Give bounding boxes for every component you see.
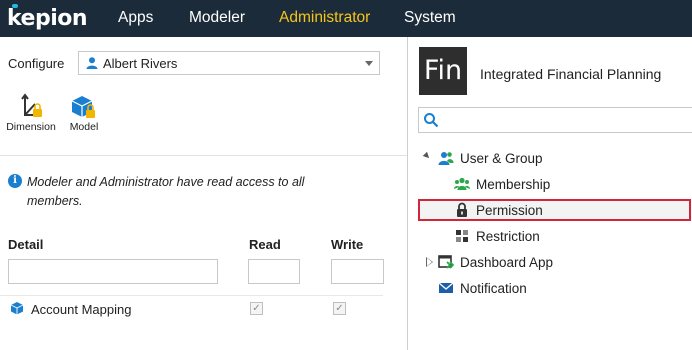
model-label: Model xyxy=(69,121,99,133)
tree-label-dashboard-app: Dashboard App xyxy=(460,254,554,270)
configure-user-select[interactable]: Albert Rivers xyxy=(78,51,380,75)
write-checkbox[interactable]: ✓ xyxy=(333,302,346,315)
nav-system[interactable]: System xyxy=(404,9,456,27)
nav-modeler[interactable]: Modeler xyxy=(189,9,245,27)
column-header-write: Write xyxy=(331,237,364,252)
column-header-read: Read xyxy=(249,237,281,252)
right-pane: Fin Integrated Financial Planning User &… xyxy=(407,37,692,350)
app-badge: Fin xyxy=(419,47,467,95)
configure-label: Configure xyxy=(8,56,65,71)
read-checkbox[interactable]: ✓ xyxy=(250,302,263,315)
expand-arrow-icon[interactable] xyxy=(422,151,432,161)
cube-icon xyxy=(10,302,24,315)
tree-item-membership[interactable]: Membership xyxy=(454,173,550,195)
chevron-down-icon xyxy=(365,61,373,66)
column-header-detail: Detail xyxy=(8,237,44,252)
search-input[interactable] xyxy=(418,107,692,133)
nav-apps[interactable]: Apps xyxy=(118,9,153,27)
info-message: Modeler and Administrator have read acce… xyxy=(27,175,305,208)
tree-label-user-group: User & Group xyxy=(460,150,543,166)
dimension-label: Dimension xyxy=(6,121,56,133)
tree-item-dashboard-app[interactable]: Dashboard App xyxy=(438,251,553,273)
dimension-icon xyxy=(21,93,42,117)
table-row-label: Account Mapping xyxy=(31,302,132,317)
grid-icon xyxy=(456,230,468,242)
row-divider xyxy=(0,295,383,296)
user-group-icon xyxy=(438,152,454,165)
tree-label-permission: Permission xyxy=(476,202,543,218)
tree-item-permission[interactable]: Permission xyxy=(454,199,543,221)
tree-item-user-group[interactable]: User & Group xyxy=(438,147,543,169)
tree-item-notification[interactable]: Notification xyxy=(438,277,527,299)
tree-label-notification: Notification xyxy=(460,280,527,296)
logo-dot xyxy=(12,4,18,8)
dimension-button[interactable]: Dimension xyxy=(4,93,58,133)
top-nav-bar: kepion Apps Modeler Administrator System xyxy=(0,0,692,37)
lock-icon xyxy=(457,202,467,217)
left-pane: Configure Albert Rivers Dimension Model … xyxy=(0,37,407,350)
divider xyxy=(0,155,407,156)
model-button[interactable]: Model xyxy=(60,93,108,133)
nav-administrator[interactable]: Administrator xyxy=(279,9,370,27)
tree-item-restriction[interactable]: Restriction xyxy=(454,225,540,247)
kepion-logo[interactable]: kepion xyxy=(7,4,88,31)
tree-label-restriction: Restriction xyxy=(476,228,540,244)
membership-icon xyxy=(454,177,470,190)
dashboard-icon xyxy=(438,255,454,269)
detail-filter-input[interactable] xyxy=(8,259,218,284)
read-filter-input[interactable] xyxy=(248,259,300,284)
collapse-arrow-inner xyxy=(427,258,432,266)
cube-icon xyxy=(71,96,95,118)
mail-icon xyxy=(438,282,454,293)
selected-user: Albert Rivers xyxy=(103,56,178,71)
write-filter-input[interactable] xyxy=(331,259,384,284)
user-icon xyxy=(86,57,98,69)
info-icon: i xyxy=(8,174,22,188)
app-title: Integrated Financial Planning xyxy=(480,66,662,82)
tree-label-membership: Membership xyxy=(476,176,551,192)
search-icon xyxy=(424,113,439,128)
logo-text: kepion xyxy=(7,5,88,31)
